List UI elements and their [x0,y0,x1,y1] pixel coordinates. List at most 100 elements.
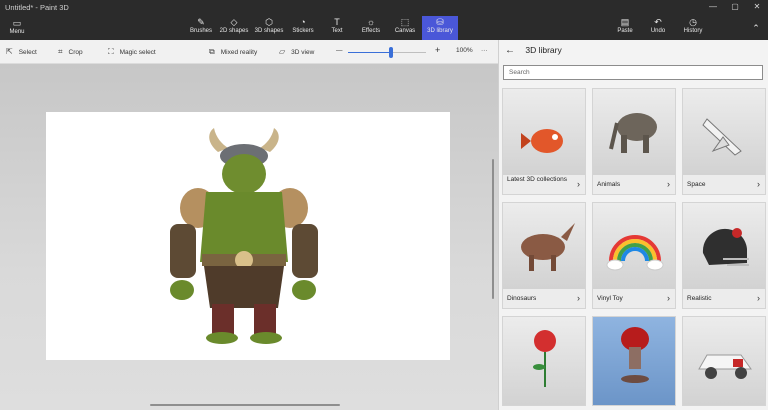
right-arm-bracer [292,224,318,278]
chevron-right-icon: › [577,179,580,189]
fish-thumbnail [521,129,563,153]
zoom-out-button[interactable]: — [336,47,343,54]
card-latest-collections[interactable]: Latest 3D collections › [502,88,586,195]
tool-label: Text [331,28,343,34]
panel-title: 3D library [525,45,562,55]
tool-label: 2D shapes [219,28,249,34]
history-clock-icon: ◷ [689,17,697,27]
close-button[interactable]: ✕ [746,0,768,14]
helmet-thumbnail [702,228,749,266]
tool-label: Brushes [189,28,212,34]
canvas[interactable] [46,112,450,360]
crop-label: Crop [68,49,83,56]
card-thumbnail [593,89,675,175]
left-fist [170,280,194,300]
card-animals[interactable]: Animals › [592,88,676,195]
zoom-slider[interactable] [348,47,426,58]
menu-icon: ▭ [12,18,22,28]
mixed-reality-label: Mixed reality [220,49,258,56]
tool-2d-shapes[interactable]: ◇ 2D shapes [218,16,250,40]
text-icon: T [334,17,340,27]
3d-view-icon: ▱ [279,47,286,56]
elephant-thumbnail [609,113,657,153]
mushroom-house-thumbnail [621,327,649,383]
left-foot [206,332,238,344]
card-label: Realistic [687,295,712,302]
select-button[interactable]: ⇱ Select [6,47,37,56]
panel-header: ← 3D library [505,45,562,56]
workspace[interactable] [0,64,498,410]
zoom-in-button[interactable]: + [435,45,440,55]
3d-cube-icon: ⬡ [265,17,273,27]
options-bar: ⇱ Select ⌗ Crop ⛶ Magic select ⧉ Mixed reali… [0,40,498,64]
magic-select-button[interactable]: ⛶ Magic select [108,47,156,57]
zoom-slider-thumb[interactable] [388,47,393,58]
undo-button[interactable]: ↶ Undo [647,16,669,40]
rose-thumbnail [533,330,556,387]
zoom-slider-fill [348,52,391,53]
back-arrow-icon[interactable]: ← [505,45,515,56]
card-thumbnail [503,203,585,289]
card-thumbnail [593,203,675,289]
menu-button[interactable]: ▭ Menu [6,18,28,35]
card-vinyl-toy[interactable]: Vinyl Toy › [592,202,676,309]
horizontal-scrollbar[interactable] [150,404,340,406]
canvas-crop-icon: ⬚ [400,17,410,27]
orc-warrior-model[interactable] [46,112,450,360]
minimize-button[interactable]: — [702,0,724,14]
card-toy-car[interactable] [682,316,766,406]
left-arm-bracer [170,224,196,278]
paste-button[interactable]: ▤ Paste [613,16,637,40]
mixed-reality-button[interactable]: ⧉ Mixed reality [209,47,257,57]
tool-canvas[interactable]: ⬚ Canvas [392,16,418,40]
chevron-right-icon: › [757,293,760,303]
tool-3d-library[interactable]: ⛁ 3D library [422,16,458,40]
select-label: Select [18,49,37,56]
maximize-button[interactable]: ▢ [724,0,746,14]
card-label: Animals [597,181,621,188]
card-label: Space [687,181,706,188]
magic-select-icon: ⛶ [108,47,114,56]
card-mushroom-house[interactable] [592,316,676,406]
tool-label: 3D shapes [254,28,284,34]
3d-view-button[interactable]: ▱ 3D view [279,47,314,56]
card-thumbnail [683,89,765,175]
3d-library-icon: ⛁ [436,17,444,27]
vertical-scrollbar[interactable] [492,159,494,299]
toy-car-thumbnail [698,354,752,379]
card-thumbnail [503,89,585,175]
3d-view-label: 3D view [291,49,315,56]
card-dinosaurs[interactable]: Dinosaurs › [502,202,586,309]
chevron-right-icon: › [757,179,760,189]
search-input[interactable] [503,65,763,80]
space-shuttle-thumbnail [702,118,742,156]
tool-label: Paste [617,28,633,34]
crop-button[interactable]: ⌗ Crop [58,47,83,57]
head [222,154,266,194]
crop-icon: ⌗ [58,47,63,56]
cursor-select-icon: ⇱ [6,47,13,56]
magic-select-label: Magic select [119,49,156,56]
tool-label: Canvas [394,28,416,34]
3d-library-panel: ← 3D library Latest 3D collections › [498,40,768,410]
more-options-button[interactable]: ··· [481,47,488,54]
triceratops-thumbnail [521,223,575,271]
card-label: Dinosaurs [507,295,537,302]
clipboard-icon: ▤ [620,17,630,27]
tool-label: History [683,28,703,34]
right-fist [292,280,316,300]
tool-effects[interactable]: ☼ Effects [358,16,384,40]
tool-brushes[interactable]: ✎ Brushes [188,16,214,40]
tool-3d-shapes[interactable]: ⬡ 3D shapes [253,16,285,40]
tool-text[interactable]: T Text [326,16,348,40]
tool-label: 3D library [427,28,453,34]
card-realistic[interactable]: Realistic › [682,202,766,309]
card-space[interactable]: Space › [682,88,766,195]
zoom-level: 100% [456,47,473,54]
card-thumbnail [503,317,585,405]
sticker-icon: ◔ [300,17,306,27]
rainbow-thumbnail [606,235,664,271]
history-button[interactable]: ◷ History [680,16,706,40]
tool-stickers[interactable]: ◔ Stickers [290,16,316,40]
card-rose[interactable] [502,316,586,406]
